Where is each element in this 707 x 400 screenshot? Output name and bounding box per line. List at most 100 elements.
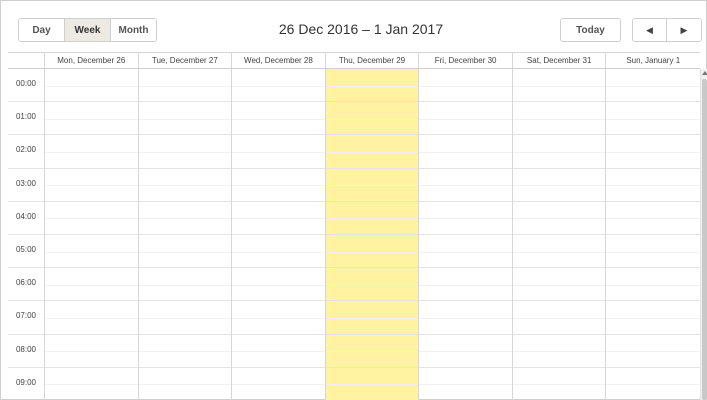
month-view-button[interactable]: Month	[111, 19, 156, 41]
half-hour-line	[512, 118, 606, 120]
time-cell[interactable]	[44, 69, 138, 103]
time-cell[interactable]	[512, 69, 606, 103]
time-cell[interactable]	[606, 368, 701, 400]
time-cell[interactable]	[325, 202, 419, 235]
time-cell[interactable]	[325, 169, 419, 202]
time-cell[interactable]	[419, 268, 512, 302]
time-cell[interactable]	[325, 268, 419, 302]
time-label: 08:00	[15, 344, 37, 354]
half-hour-line	[419, 218, 512, 220]
time-cell[interactable]	[138, 169, 232, 202]
date-range-title: 26 Dec 2016 – 1 Jan 2017	[278, 21, 444, 37]
time-cell[interactable]	[232, 69, 325, 103]
time-cell[interactable]	[419, 169, 512, 202]
next-button[interactable]: ▶	[667, 19, 701, 41]
time-cell[interactable]	[325, 135, 419, 169]
time-cell[interactable]	[419, 335, 512, 368]
time-cell[interactable]	[606, 301, 701, 335]
day-column	[512, 69, 607, 400]
time-cell[interactable]	[44, 235, 138, 269]
time-cell[interactable]	[138, 102, 232, 136]
time-cell[interactable]	[44, 135, 138, 169]
time-cell[interactable]	[44, 102, 138, 136]
time-label: 01:00	[15, 112, 37, 122]
time-cell[interactable]	[232, 301, 325, 335]
half-hour-line	[325, 351, 419, 353]
time-cell[interactable]	[138, 368, 232, 400]
scheduler: Day Week Month 26 Dec 2016 – 1 Jan 2017 …	[0, 0, 707, 400]
time-cell[interactable]	[138, 202, 232, 235]
time-cell[interactable]	[419, 368, 512, 400]
time-slot: 05:00	[8, 235, 44, 269]
time-cell[interactable]	[512, 268, 606, 302]
time-cell[interactable]	[138, 135, 232, 169]
time-cell[interactable]	[606, 235, 701, 269]
time-cell[interactable]	[606, 202, 701, 235]
time-cell[interactable]	[606, 268, 701, 302]
time-cell[interactable]	[512, 301, 606, 335]
time-label: 04:00	[15, 211, 37, 221]
time-cell[interactable]	[606, 135, 701, 169]
time-cell[interactable]	[606, 69, 701, 103]
time-cell[interactable]	[138, 301, 232, 335]
time-cell[interactable]	[232, 169, 325, 202]
time-cell[interactable]	[512, 235, 606, 269]
scroll-up-icon[interactable]	[702, 71, 707, 75]
time-cell[interactable]	[419, 69, 512, 103]
half-hour-line	[512, 317, 606, 319]
time-cell[interactable]	[419, 235, 512, 269]
time-cell[interactable]	[232, 135, 325, 169]
time-slot: 04:00	[8, 202, 44, 235]
time-cell[interactable]	[325, 335, 419, 368]
time-cell[interactable]	[325, 368, 419, 400]
time-cell[interactable]	[325, 69, 419, 103]
time-cell[interactable]	[419, 301, 512, 335]
time-cell[interactable]	[232, 268, 325, 302]
half-hour-line	[138, 85, 232, 87]
time-label: 00:00	[15, 79, 37, 88]
time-cell[interactable]	[44, 202, 138, 235]
time-cell[interactable]	[44, 335, 138, 368]
time-cell[interactable]	[44, 368, 138, 400]
half-hour-line	[419, 384, 512, 386]
time-cell[interactable]	[325, 235, 419, 269]
time-cell[interactable]	[232, 368, 325, 400]
previous-button[interactable]: ◀	[633, 19, 668, 41]
time-cell[interactable]	[138, 268, 232, 302]
half-hour-line	[325, 251, 419, 253]
half-hour-line	[325, 85, 419, 87]
half-hour-line	[138, 317, 232, 319]
vertical-scrollbar[interactable]	[700, 69, 707, 400]
time-cell[interactable]	[512, 135, 606, 169]
time-cell[interactable]	[44, 301, 138, 335]
time-cell[interactable]	[606, 102, 701, 136]
time-cell[interactable]	[512, 202, 606, 235]
time-cell[interactable]	[606, 169, 701, 202]
time-cell[interactable]	[325, 301, 419, 335]
time-cell[interactable]	[138, 335, 232, 368]
time-cell[interactable]	[44, 169, 138, 202]
time-cell[interactable]	[232, 202, 325, 235]
time-cell[interactable]	[512, 368, 606, 400]
time-cell[interactable]	[138, 235, 232, 269]
time-cell[interactable]	[419, 102, 512, 136]
time-cell[interactable]	[232, 102, 325, 136]
time-cell[interactable]	[512, 335, 606, 368]
time-cell[interactable]	[44, 268, 138, 302]
time-label: 07:00	[15, 311, 37, 321]
half-hour-line	[138, 251, 232, 253]
time-cell[interactable]	[419, 135, 512, 169]
today-button[interactable]: Today	[560, 18, 621, 42]
time-cell[interactable]	[512, 169, 606, 202]
time-cell[interactable]	[512, 102, 606, 136]
time-cell[interactable]	[232, 235, 325, 269]
scroll-thumb[interactable]	[702, 79, 707, 400]
time-cell[interactable]	[419, 202, 512, 235]
time-cell[interactable]	[325, 102, 419, 136]
time-cell[interactable]	[606, 335, 701, 368]
week-view-button[interactable]: Week	[65, 19, 111, 41]
day-view-button[interactable]: Day	[19, 19, 65, 41]
half-hour-line	[138, 384, 232, 386]
time-cell[interactable]	[232, 335, 325, 368]
time-cell[interactable]	[138, 69, 232, 103]
